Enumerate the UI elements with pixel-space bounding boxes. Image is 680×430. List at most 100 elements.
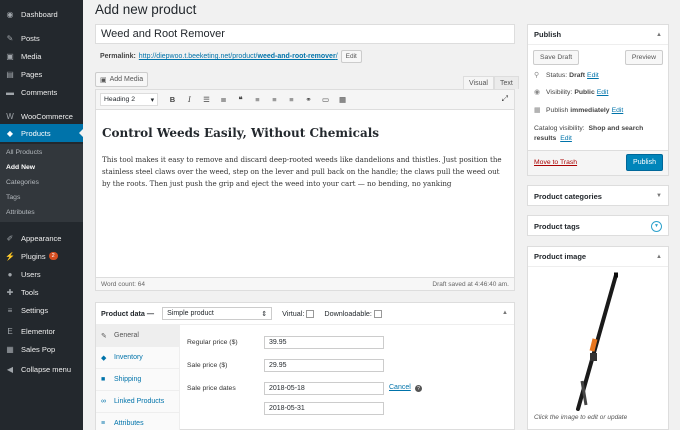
numbered-list-icon[interactable]: ≣: [215, 93, 232, 106]
word-count: Word count: 64: [101, 280, 145, 288]
sidebar-item-pages[interactable]: ▤ Pages: [0, 65, 83, 83]
blockquote-icon[interactable]: ❝: [232, 93, 249, 106]
product-image-header[interactable]: Product image ▲: [528, 247, 668, 267]
tab-text[interactable]: Text: [493, 76, 519, 89]
add-media-button[interactable]: ▣ Add Media: [95, 72, 149, 87]
product-type-select[interactable]: Simple product ⇕: [162, 307, 273, 320]
bold-icon[interactable]: B: [164, 93, 181, 106]
preview-button[interactable]: Preview: [624, 50, 663, 65]
comment-icon: ▬: [6, 87, 14, 97]
save-draft-button[interactable]: Save Draft: [533, 50, 580, 65]
schedule-edit-link[interactable]: Edit: [612, 107, 624, 114]
read-more-icon[interactable]: ▭: [317, 93, 334, 106]
sidebar-item-posts[interactable]: ✎ Posts: [0, 29, 83, 47]
tab-general[interactable]: ✎ General: [96, 325, 179, 347]
toolbar-toggle-icon[interactable]: ▦: [334, 93, 351, 106]
visibility-value: Public: [574, 88, 595, 96]
cancel-schedule-link[interactable]: Cancel: [389, 384, 411, 391]
publish-button[interactable]: Publish: [626, 154, 663, 171]
fullscreen-icon[interactable]: ⤢: [502, 94, 508, 104]
sale-from-input[interactable]: 2018-05-18: [264, 382, 384, 395]
permalink-edit-button[interactable]: Edit: [340, 50, 362, 63]
format-select[interactable]: Heading 2 ▾: [100, 93, 158, 106]
catalog-visibility-edit-link[interactable]: Edit: [560, 135, 572, 142]
regular-price-label: Regular price ($): [187, 339, 238, 346]
submenu-tags[interactable]: Tags: [6, 194, 20, 201]
submenu-all-products[interactable]: All Products: [6, 149, 42, 156]
sidebar-item-media[interactable]: ▣ Media: [0, 47, 83, 65]
page-title: Add new product: [95, 2, 197, 17]
permalink-tail: /: [335, 53, 338, 60]
align-left-icon[interactable]: ≡: [249, 93, 266, 106]
permalink-slug: weed-and-root-remover: [257, 53, 336, 60]
submenu-add-new[interactable]: Add New: [6, 164, 35, 171]
tab-shipping[interactable]: ■ Shipping: [96, 369, 179, 391]
add-media-label: Add Media: [109, 76, 144, 83]
move-to-trash-link[interactable]: Move to Trash: [534, 159, 577, 166]
status-edit-link[interactable]: Edit: [587, 72, 599, 79]
virtual-checkbox[interactable]: [306, 309, 315, 318]
collapse-icon: ◀: [6, 364, 14, 374]
chevron-down-icon: ▾: [150, 96, 154, 104]
content-editor[interactable]: Heading 2 ▾ B I ☰ ≣ ❝ ≡ ≡ ≡ ⚭ ▭ ▦ ⤢ Cont…: [95, 89, 515, 289]
sidebar-item-plugins[interactable]: ⚡ Plugins 2: [0, 247, 83, 265]
sidebar-item-label: Comments: [21, 87, 58, 97]
sidebar-item-products[interactable]: ◆ Products: [0, 124, 83, 142]
regular-price-input[interactable]: 39.95: [264, 336, 384, 349]
sale-to-input[interactable]: 2018-05-31: [264, 402, 384, 415]
calendar-icon: ▦: [534, 107, 541, 114]
align-right-icon[interactable]: ≡: [283, 93, 300, 106]
sidebar-item-label: Plugins: [21, 251, 46, 261]
tab-attributes[interactable]: ≡ Attributes: [96, 413, 179, 430]
tab-label: Attributes: [114, 420, 144, 427]
link-icon[interactable]: ⚭: [300, 93, 317, 106]
expand-arrow-icon[interactable]: ▼: [651, 220, 662, 232]
visibility-edit-link[interactable]: Edit: [597, 89, 609, 96]
downloadable-checkbox[interactable]: [373, 309, 382, 318]
collapse-arrow-icon[interactable]: ▲: [656, 254, 662, 260]
bullet-list-icon[interactable]: ☰: [198, 93, 215, 106]
tab-label: Linked Products: [114, 398, 165, 405]
users-icon: ●: [7, 269, 13, 279]
sidebar-item-appearance[interactable]: ✐ Appearance: [0, 229, 83, 247]
sidebar-item-label: Products: [21, 128, 51, 138]
sidebar-item-sales-pop[interactable]: ▦ Sales Pop: [0, 340, 83, 358]
sidebar-item-dashboard[interactable]: ◉ Dashboard: [0, 5, 83, 23]
permalink-row: Permalink: http://diepwoo.t.beeketing.ne…: [100, 50, 362, 63]
sidebar-item-tools[interactable]: ✚ Tools: [0, 283, 83, 301]
product-image[interactable]: [534, 271, 662, 411]
italic-icon[interactable]: I: [181, 93, 198, 106]
permalink-link[interactable]: http://diepwoo.t.beeketing.net/product/w…: [139, 53, 338, 60]
tab-label: Shipping: [114, 376, 142, 383]
woo-icon: W: [6, 111, 14, 121]
tab-visual[interactable]: Visual: [463, 76, 494, 89]
help-icon[interactable]: ?: [415, 385, 422, 392]
submenu-attributes[interactable]: Attributes: [6, 209, 35, 216]
product-title-input[interactable]: Weed and Root Remover: [95, 24, 515, 44]
tab-inventory[interactable]: ◆ Inventory: [96, 347, 179, 369]
sidebar-item-comments[interactable]: ▬ Comments: [0, 83, 83, 101]
sale-price-input[interactable]: 29.95: [264, 359, 384, 372]
tab-linked-products[interactable]: ∞ Linked Products: [96, 391, 179, 413]
submenu-categories[interactable]: Categories: [6, 179, 39, 186]
sidebar-item-elementor[interactable]: E Elementor: [0, 322, 83, 340]
sidebar-item-collapse-menu[interactable]: ◀ Collapse menu: [0, 360, 83, 378]
collapse-arrow-icon[interactable]: ▲: [656, 32, 662, 38]
categories-header[interactable]: Product categories ▼: [528, 186, 668, 206]
sidebar-item-users[interactable]: ● Users: [0, 265, 83, 283]
expand-arrow-icon[interactable]: ▼: [656, 193, 662, 199]
align-center-icon[interactable]: ≡: [266, 93, 283, 106]
product-image-box: Product image ▲ Click the image to edit …: [527, 246, 669, 430]
format-select-value: Heading 2: [104, 96, 135, 103]
publish-box-title: Publish: [534, 30, 562, 39]
product-data-box: Product data — Simple product ⇕ Virtual:…: [95, 302, 515, 430]
publish-footer: Move to Trash Publish: [528, 150, 668, 175]
sidebar-item-settings[interactable]: ≡ Settings: [0, 301, 83, 319]
collapse-arrow-icon[interactable]: ▲: [502, 310, 508, 316]
publish-box-header[interactable]: Publish ▲: [528, 25, 668, 45]
sidebar-item-woocommerce[interactable]: W WooCommerce: [0, 107, 83, 125]
plugin-icon: ⚡: [5, 251, 15, 261]
elementor-icon: E: [7, 326, 13, 336]
page-icon: ▤: [6, 69, 14, 79]
tags-header[interactable]: Product tags ▼: [528, 216, 668, 236]
